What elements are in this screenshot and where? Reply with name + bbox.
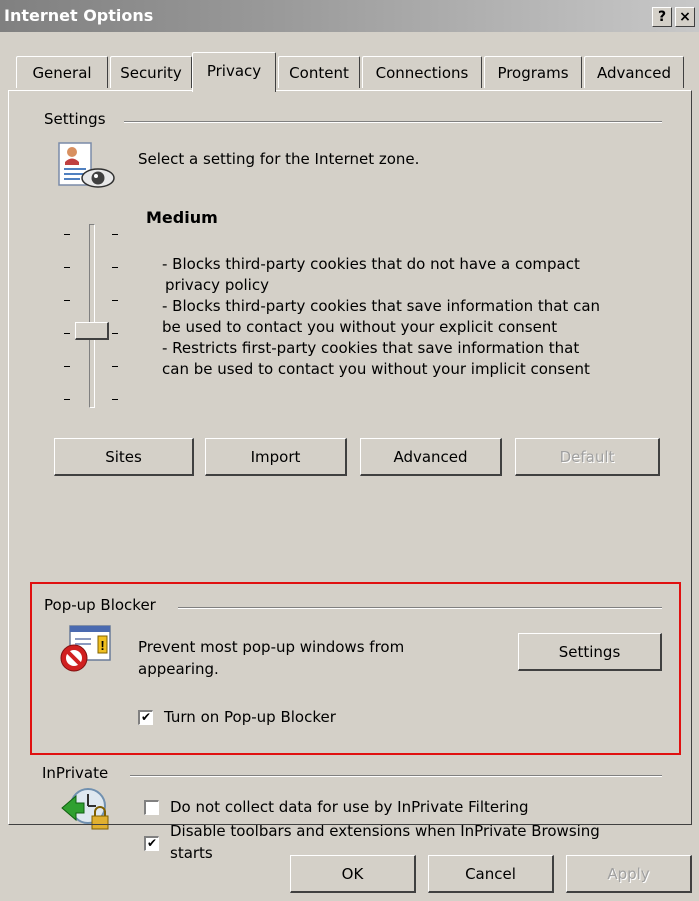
apply-button[interactable]: Apply	[566, 855, 692, 893]
help-button[interactable]: ?	[652, 7, 672, 27]
window-title: Internet Options	[4, 6, 154, 25]
disable-toolbars-label-line2[interactable]: starts	[170, 844, 213, 862]
tab-programs[interactable]: Programs	[484, 56, 582, 88]
cancel-button[interactable]: Cancel	[428, 855, 554, 893]
tab-security[interactable]: Security	[110, 56, 192, 88]
tab-privacy[interactable]: Privacy	[192, 52, 276, 92]
tab-general[interactable]: General	[16, 56, 108, 88]
disable-toolbars-checkbox[interactable]: ✔	[144, 836, 159, 851]
ok-button[interactable]: OK	[290, 855, 416, 893]
tab-content[interactable]: Content	[278, 56, 360, 88]
tab-advanced[interactable]: Advanced	[584, 56, 684, 88]
close-button[interactable]: ×	[675, 7, 695, 27]
tab-connections[interactable]: Connections	[362, 56, 482, 88]
title-bar[interactable]: Internet Options ? ×	[0, 0, 699, 32]
tab-panel-privacy	[8, 90, 692, 825]
